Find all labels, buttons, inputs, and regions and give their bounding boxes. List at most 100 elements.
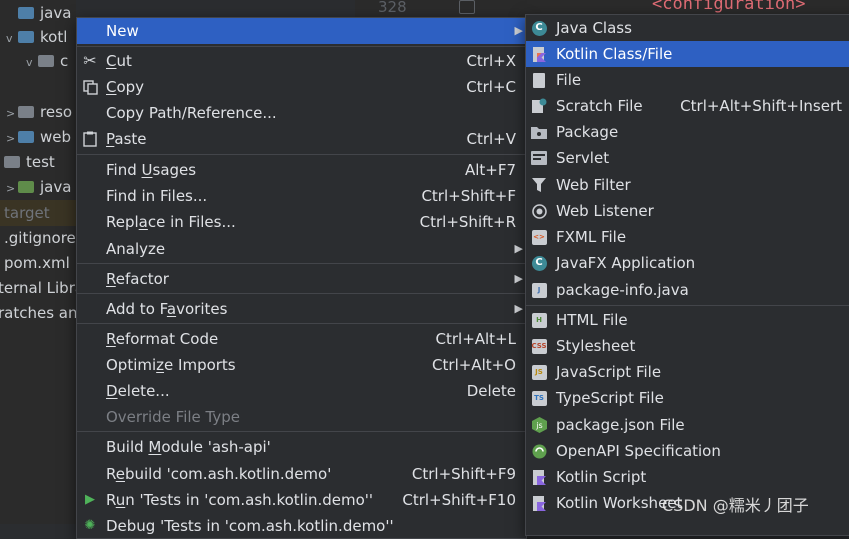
css-file-icon: CSS (531, 338, 547, 354)
menu-item-copy-path[interactable]: Copy Path/Reference... (77, 100, 526, 126)
menu-item-optimize-imports[interactable]: Optimize Imports Ctrl+Alt+O (77, 352, 526, 378)
menu-item-rebuild[interactable]: Rebuild 'com.ash.kotlin.demo' Ctrl+Shift… (77, 461, 526, 487)
folder-icon (18, 181, 34, 193)
xml-tag: <configuration> (652, 0, 806, 14)
chevron-right-icon: ▶ (514, 24, 523, 37)
kotlin-file-icon (532, 46, 546, 62)
menu-item-build-module[interactable]: Build Module 'ash-api' (77, 434, 526, 460)
submenu-item-kotlin-class-file[interactable]: Kotlin Class/File (526, 41, 849, 67)
menu-item-override-file-type: Override File Type (106, 408, 240, 426)
separator (526, 305, 849, 306)
submenu-item-package-json-file[interactable]: js package.json File (526, 412, 849, 438)
menu-item-copy[interactable]: Copy Ctrl+C (77, 74, 526, 100)
chevron-right-icon: ▶ (514, 242, 523, 255)
menu-item-refactor[interactable]: Refactor ▶ (77, 266, 526, 292)
folder-icon (4, 156, 20, 168)
chevron-right-icon: ▶ (514, 272, 523, 285)
debug-icon: ✺ (84, 518, 96, 533)
menu-item-add-to-favorites[interactable]: Add to Favorites ▶ (77, 296, 526, 322)
menu-item-find-usages[interactable]: Find Usages Alt+F7 (77, 157, 526, 183)
menu-item-debug-tests[interactable]: ✺ Debug 'Tests in 'com.ash.kotlin.demo'' (77, 513, 526, 539)
file-icon (533, 72, 545, 88)
submenu-item-scratch-file[interactable]: Scratch File Ctrl+Alt+Shift+Insert (526, 93, 849, 119)
menu-item-replace-in-files[interactable]: Replace in Files... Ctrl+Shift+R (77, 209, 526, 235)
new-submenu: C Java Class Kotlin Class/File File Scra… (525, 14, 849, 536)
menu-item-cut[interactable]: ✂ Cut Ctrl+X (77, 48, 526, 74)
submenu-item-javafx-application[interactable]: C JavaFX Application (526, 250, 849, 276)
javascript-file-icon: JS (531, 364, 547, 380)
scissors-icon: ✂ (83, 51, 97, 70)
submenu-item-file[interactable]: File (526, 67, 849, 93)
submenu-item-kotlin-script[interactable]: Kotlin Script (526, 464, 849, 490)
chevron-down-icon: v (6, 32, 13, 45)
menu-item-analyze[interactable]: Analyze ▶ (77, 236, 526, 262)
watermark: CSDN @糯米丿团子 (662, 496, 809, 515)
chevron-down-icon: v (26, 56, 33, 69)
tree-row-test-java[interactable]: > java (6, 174, 71, 200)
submenu-item-typescript-file[interactable]: TS TypeScript File (526, 385, 849, 411)
html-file-icon: H (531, 312, 547, 328)
submenu-item-package[interactable]: Package (526, 119, 849, 145)
submenu-item-package-info[interactable]: J package-info.java (526, 277, 849, 303)
tree-row-resources[interactable]: > reso (6, 99, 72, 125)
web-folder-icon (18, 131, 34, 143)
line-number: 328 (378, 0, 407, 16)
folder-icon (18, 106, 34, 118)
menu-item-find-in-files[interactable]: Find in Files... Ctrl+Shift+F (77, 183, 526, 209)
separator (77, 263, 526, 264)
separator (77, 293, 526, 294)
fxml-file-icon: <> (531, 229, 547, 245)
java-file-icon: J (531, 282, 547, 298)
tree-row-scratches[interactable]: ratches and (0, 300, 76, 326)
kotlin-worksheet-icon (532, 495, 546, 511)
tree-row-test[interactable]: test (4, 149, 55, 175)
submenu-item-web-filter[interactable]: Web Filter (526, 172, 849, 198)
kotlin-script-icon (532, 469, 546, 485)
gutter-icon (459, 0, 475, 14)
tree-row-target[interactable]: target (0, 200, 76, 226)
tree-row-kotlin[interactable]: v kotl (6, 24, 67, 50)
menu-item-run-tests[interactable]: ▶ Run 'Tests in 'com.ash.kotlin.demo'' C… (77, 487, 526, 513)
tree-row-package[interactable]: vc (26, 48, 68, 74)
separator (77, 46, 526, 47)
menu-item-reformat-code[interactable]: Reformat Code Ctrl+Alt+L (77, 326, 526, 352)
chevron-right-icon: ▶ (514, 302, 523, 315)
menu-item-paste[interactable]: Paste Ctrl+V (77, 126, 526, 152)
submenu-item-fxml-file[interactable]: <> FXML File (526, 224, 849, 250)
javafx-class-icon: C (531, 255, 547, 271)
submenu-item-java-class[interactable]: C Java Class (526, 15, 849, 41)
filter-icon (532, 178, 546, 192)
clipboard-icon (82, 131, 98, 147)
submenu-item-servlet[interactable]: Servlet (526, 145, 849, 171)
package-icon (38, 55, 54, 67)
context-menu: New ▶ ✂ Cut Ctrl+X Copy Ctrl+C Copy Path… (76, 17, 527, 539)
java-class-icon: C (531, 20, 547, 36)
run-icon: ▶ (85, 492, 95, 507)
listener-icon (531, 203, 547, 219)
submenu-item-openapi-specification[interactable]: OpenAPI Specification (526, 438, 849, 464)
folder-icon (18, 7, 34, 19)
project-tree: java v kotl vc > reso > web test > java targ… (0, 0, 76, 524)
submenu-item-javascript-file[interactable]: JS JavaScript File (526, 359, 849, 385)
nodejs-icon: js (531, 417, 547, 433)
copy-icon (82, 79, 98, 95)
separator (77, 323, 526, 324)
chevron-right-icon: > (6, 182, 16, 195)
tree-row-gitignore[interactable]: .gitignore (4, 225, 76, 251)
tree-row-pom[interactable]: pom.xml (4, 250, 70, 276)
submenu-item-stylesheet[interactable]: CSS Stylesheet (526, 333, 849, 359)
menu-item-delete[interactable]: Delete... Delete (77, 378, 526, 404)
scratch-file-icon (532, 98, 547, 113)
menu-item-new[interactable]: New ▶ (77, 18, 526, 44)
submenu-item-web-listener[interactable]: Web Listener (526, 198, 849, 224)
submenu-item-html-file[interactable]: H HTML File (526, 307, 849, 333)
servlet-icon (531, 151, 547, 165)
typescript-file-icon: TS (531, 390, 547, 406)
tree-row-java[interactable]: java (6, 0, 71, 26)
tree-row-webapp[interactable]: > web (6, 124, 71, 150)
tree-row-external-libraries[interactable]: ternal Libra (0, 275, 76, 301)
separator (77, 154, 526, 155)
openapi-icon (532, 444, 546, 458)
svg-text:js: js (535, 421, 542, 430)
package-icon (531, 127, 547, 139)
